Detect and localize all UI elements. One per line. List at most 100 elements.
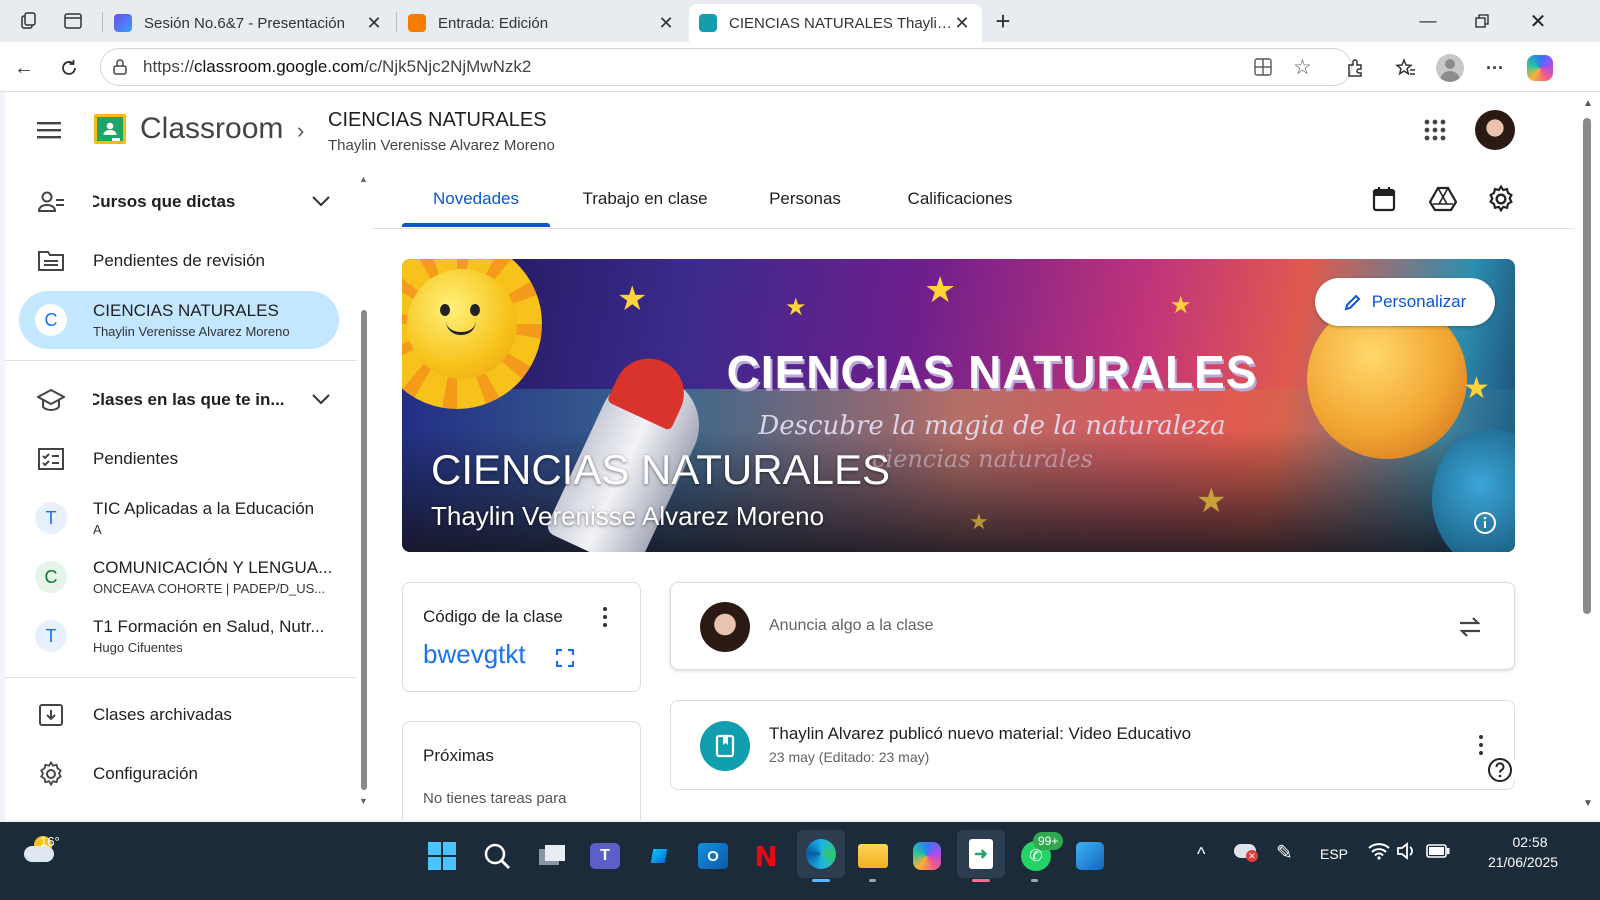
main-menu-icon[interactable]	[35, 116, 63, 144]
close-tab-icon[interactable]: ✕	[656, 13, 676, 34]
refresh-icon[interactable]	[55, 54, 83, 82]
app-download-icon[interactable]: ➜	[957, 830, 1005, 878]
class-teacher: ONCEAVA COHORTE | PADEP/D_US...	[93, 581, 326, 596]
class-settings-gear-icon[interactable]	[1487, 184, 1515, 218]
chevron-down-icon[interactable]	[311, 192, 335, 212]
sidebar-item-class[interactable]: C COMUNICACIÓN Y LENGUA... ONCEAVA COHOR…	[19, 548, 343, 606]
calendar-icon[interactable]	[1372, 186, 1396, 217]
more-vert-icon[interactable]	[599, 605, 611, 629]
people-icon	[35, 186, 67, 218]
star-icon: ★	[1196, 482, 1227, 520]
onedrive-icon[interactable]: ✕	[1234, 844, 1258, 862]
tab-novedades[interactable]: Novedades	[402, 170, 550, 228]
workspaces-icon[interactable]	[16, 8, 42, 34]
more-vert-icon[interactable]	[1475, 734, 1487, 756]
user-avatar[interactable]	[1475, 110, 1515, 150]
app-icon[interactable]	[639, 836, 679, 876]
sidebar-item-current-class[interactable]: C CIENCIAS NATURALES Thaylin Verenisse A…	[19, 291, 339, 349]
clock-time[interactable]: 02:58	[1490, 834, 1570, 850]
breadcrumb-title[interactable]: CIENCIAS NATURALES	[328, 109, 547, 132]
classroom-logo-icon[interactable]	[94, 114, 126, 149]
class-name: CIENCIAS NATURALES	[93, 301, 279, 320]
chevron-down-icon[interactable]	[311, 390, 335, 410]
page-scrollbar[interactable]: ▲ ▼	[1575, 92, 1600, 820]
profile-icon[interactable]	[1436, 54, 1464, 82]
sidebar-item-label: Clases en las que te in...	[93, 390, 285, 409]
start-icon[interactable]	[422, 836, 462, 876]
app-name[interactable]: Classroom	[140, 112, 283, 146]
star-icon: ★	[1170, 292, 1192, 319]
gear-icon	[35, 758, 67, 790]
app-available-icon[interactable]	[1253, 57, 1273, 82]
help-button[interactable]	[1482, 752, 1518, 788]
classroom-header: Classroom › CIENCIAS NATURALES Thaylin V…	[5, 92, 1575, 170]
class-code-value[interactable]: bwevgtkt	[423, 639, 526, 670]
divider	[5, 677, 357, 678]
tab-classwork[interactable]: Trabajo en clase	[570, 170, 720, 228]
announce-card[interactable]: Anuncia algo a la clase	[670, 582, 1515, 670]
banner-title: CIENCIAS NATURALES	[431, 446, 890, 493]
fullscreen-icon[interactable]	[555, 648, 575, 672]
browser-tab[interactable]: Entrada: Edición ✕	[398, 4, 686, 42]
restore-icon[interactable]	[1462, 6, 1502, 36]
more-options-icon[interactable]: ···	[1481, 54, 1509, 82]
tab-label: Novedades	[432, 189, 519, 208]
sidebar-item-todo[interactable]: Pendientes	[19, 430, 343, 488]
sidebar-item-class[interactable]: T T1 Formación en Salud, Nutr... Hugo Ci…	[19, 607, 343, 665]
favorite-star-icon[interactable]: ☆	[1293, 55, 1312, 80]
outlook-icon[interactable]: O	[693, 836, 733, 876]
sidebar-item-class[interactable]: T TIC Aplicadas a la Educación A	[19, 489, 343, 547]
browser-tab-active[interactable]: CIENCIAS NATURALES Thaylin Verenisse Alv…	[689, 4, 982, 42]
close-tab-icon[interactable]: ✕	[952, 13, 972, 34]
search-icon[interactable]	[477, 836, 517, 876]
close-window-icon[interactable]: ✕	[1518, 6, 1558, 36]
site-info-icon[interactable]	[111, 58, 129, 81]
tabs-divider	[372, 228, 1575, 229]
pen-icon[interactable]: ✎	[1276, 840, 1293, 865]
customize-button[interactable]: Personalizar	[1315, 278, 1495, 326]
browser-tab[interactable]: Sesión No.6&7 - Presentación ✕	[104, 4, 394, 42]
google-apps-icon[interactable]	[1423, 118, 1447, 147]
info-icon[interactable]	[1473, 511, 1497, 540]
extensions-icon[interactable]	[1342, 54, 1370, 82]
copilot-taskbar-icon[interactable]	[907, 836, 947, 876]
announce-input[interactable]: Anuncia algo a la clase	[769, 617, 934, 635]
task-view-icon[interactable]	[532, 836, 572, 876]
sidebar-item-settings[interactable]: Configuración	[19, 745, 343, 803]
help-icon	[1488, 758, 1512, 782]
drive-icon[interactable]	[1428, 186, 1458, 217]
class-teacher: Hugo Cifuentes	[93, 640, 183, 655]
battery-icon[interactable]	[1426, 843, 1450, 864]
edge-icon[interactable]	[797, 830, 845, 878]
clock-date[interactable]: 21/06/2025	[1468, 854, 1578, 870]
repost-icon[interactable]	[1457, 613, 1483, 646]
new-tab-icon[interactable]: +	[990, 6, 1016, 36]
wifi-icon[interactable]	[1368, 842, 1390, 865]
close-tab-icon[interactable]: ✕	[364, 13, 384, 34]
language-indicator[interactable]: ESP	[1320, 846, 1348, 862]
temperature: 16°	[40, 834, 60, 849]
copilot-icon[interactable]	[1526, 54, 1554, 82]
banner-art-subtitle-2: ciencias naturales	[872, 445, 1093, 473]
file-explorer-icon[interactable]	[853, 836, 893, 876]
teams-icon[interactable]: T	[585, 836, 625, 876]
tab-grades[interactable]: Calificaciones	[890, 170, 1030, 228]
favorites-icon[interactable]	[1392, 54, 1420, 82]
back-icon[interactable]: ←	[10, 54, 38, 82]
stream-post[interactable]: Thaylin Alvarez publicó nuevo material: …	[670, 700, 1515, 790]
photos-icon[interactable]	[1070, 836, 1110, 876]
volume-icon[interactable]	[1396, 842, 1416, 865]
url-bar[interactable]: https://classroom.google.com/c/Njk5Njc2N…	[100, 48, 1352, 86]
class-name: COMUNICACIÓN Y LENGUA...	[93, 558, 333, 577]
sidebar-item-archived[interactable]: Clases archivadas	[19, 686, 343, 744]
sidebar-item-enrolled[interactable]: Clases en las que te in...	[19, 371, 343, 429]
sidebar-item-review[interactable]: Pendientes de revisión	[19, 232, 343, 290]
sidebar-item-teaching[interactable]: Cursos que dictas	[19, 173, 343, 231]
main-content: Novedades Trabajo en clase Personas Cali…	[372, 170, 1575, 820]
tab-actions-icon[interactable]	[60, 8, 86, 34]
sidebar-scrollbar[interactable]: ▲ ▼	[357, 170, 371, 820]
tab-people[interactable]: Personas	[750, 170, 860, 228]
minimize-icon[interactable]: —	[1408, 6, 1448, 36]
netflix-icon[interactable]: N	[746, 836, 786, 876]
show-hidden-icons-icon[interactable]: ^	[1197, 844, 1205, 865]
